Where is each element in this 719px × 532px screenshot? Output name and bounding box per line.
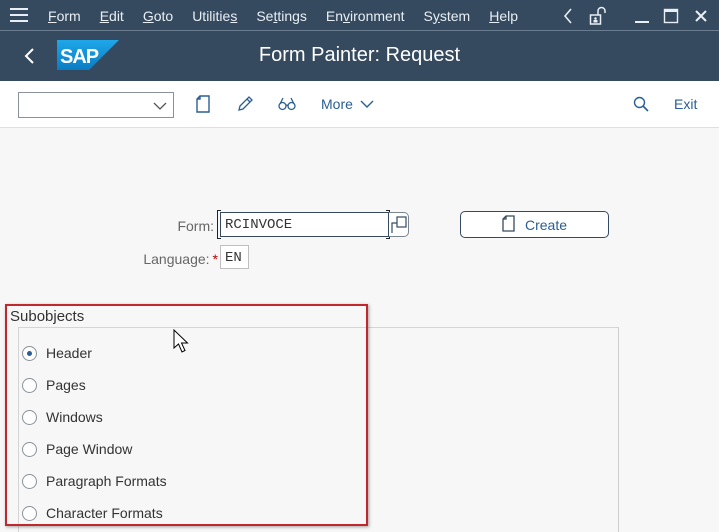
radio-label: Paragraph Formats (46, 473, 167, 489)
new-document-icon (502, 214, 515, 235)
close-icon[interactable] (690, 0, 712, 31)
chevron-down-icon (153, 99, 167, 117)
command-select[interactable] (18, 92, 174, 118)
maximize-icon[interactable] (660, 0, 682, 31)
page-title: Form Painter: Request (258, 44, 461, 66)
subobjects-title: Subobjects (10, 308, 85, 325)
create-button[interactable]: Create (460, 211, 609, 238)
menu-item-goto[interactable]: Goto (143, 8, 173, 24)
menu-item-help[interactable]: Help (489, 8, 518, 24)
radio-label: Pages (46, 377, 86, 393)
radio-button[interactable] (22, 505, 37, 521)
radio-option-pages[interactable]: Pages (22, 374, 86, 396)
form-label: Form: (177, 218, 214, 234)
radio-label: Page Window (46, 441, 133, 457)
radio-button[interactable] (22, 409, 37, 425)
radio-button[interactable] (22, 441, 37, 457)
menu-bar: Form Edit Goto Utilities Settings Environment… (0, 0, 719, 31)
menu-item-utilities[interactable]: Utilities (192, 8, 237, 24)
menu-icon[interactable] (10, 8, 28, 22)
menu-item-edit[interactable]: Edit (100, 8, 124, 24)
form-input[interactable]: RCINVOCE (220, 212, 389, 237)
required-indicator: * (212, 251, 218, 267)
menu-item-environment[interactable]: Environment (326, 8, 405, 24)
back-arrow-icon[interactable] (558, 0, 578, 31)
pencil-icon[interactable] (235, 94, 255, 114)
radio-option-character-formats[interactable]: Character Formats (22, 502, 163, 524)
radio-button[interactable] (22, 377, 37, 393)
toolbar: More Exit (0, 81, 719, 128)
language-input[interactable]: EN (220, 245, 249, 269)
focus-bracket-left (217, 210, 221, 239)
radio-label: Header (46, 345, 92, 361)
language-label-text: Language: (143, 251, 210, 267)
minimize-icon[interactable] (630, 0, 654, 31)
title-bar: SAP Form Painter: Request (0, 31, 719, 81)
radio-button[interactable] (22, 345, 37, 361)
search-icon[interactable] (631, 94, 651, 114)
new-document-icon[interactable] (193, 94, 213, 114)
menu-item-settings[interactable]: Settings (256, 8, 307, 24)
radio-button[interactable] (22, 473, 37, 489)
create-label: Create (524, 216, 568, 233)
glasses-icon[interactable] (277, 94, 297, 114)
menu-items: Form Edit Goto Utilities Settings Environment… (48, 0, 537, 31)
chevron-down-icon (360, 96, 374, 112)
radio-label: Windows (46, 409, 103, 425)
radio-option-paragraph-formats[interactable]: Paragraph Formats (22, 470, 167, 492)
more-button[interactable]: More (321, 96, 374, 112)
language-label: Language: * (100, 251, 218, 267)
more-label: More (321, 96, 353, 112)
radio-option-header[interactable]: Header (22, 342, 92, 364)
unlock-icon[interactable] (587, 0, 609, 31)
exit-button[interactable]: Exit (674, 96, 697, 112)
menu-item-form[interactable]: Form (48, 8, 81, 24)
radio-option-windows[interactable]: Windows (22, 406, 103, 428)
radio-option-page-window[interactable]: Page Window (22, 438, 132, 460)
radio-label: Character Formats (46, 505, 163, 521)
value-help-icon (391, 216, 407, 233)
value-help-button[interactable] (389, 212, 409, 237)
menu-item-system[interactable]: System (424, 8, 471, 24)
